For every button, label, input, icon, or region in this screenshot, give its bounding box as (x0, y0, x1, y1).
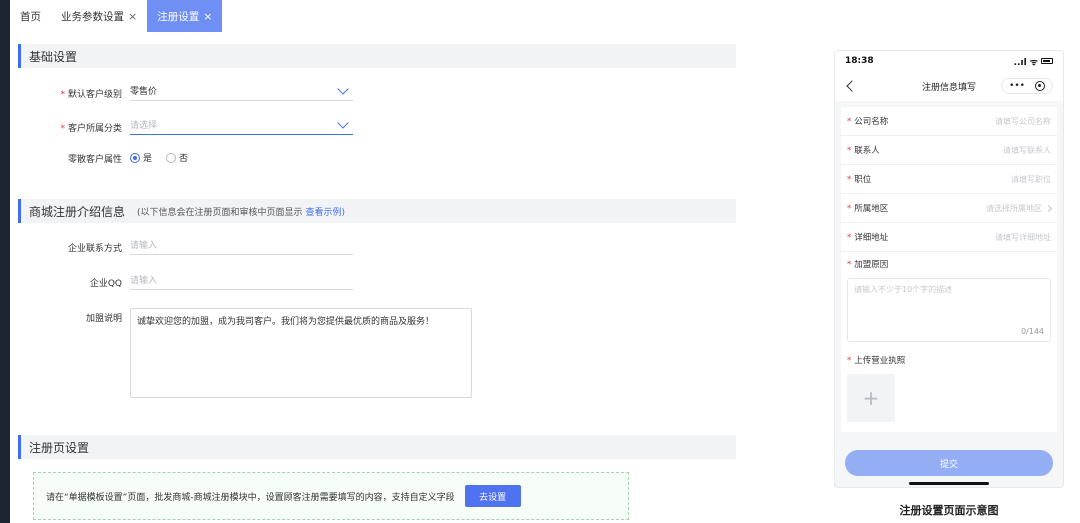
tab-business-params[interactable]: 业务参数设置 × (51, 0, 147, 32)
section-note: (以下信息会在注册页面和审核中页面显示 (137, 207, 303, 218)
field-label: 所属地区 (854, 204, 889, 214)
qq-label: 企业QQ (89, 279, 122, 289)
field-placeholder: 请填写联系人 (1003, 145, 1051, 155)
char-counter: 0/144 (1020, 327, 1044, 336)
category-label: * 客户所属分类 (40, 121, 122, 134)
section-basic-settings: 基础设置 (18, 44, 736, 68)
field-label: 职位 (854, 175, 872, 185)
contact-placeholder: 请输入 (130, 241, 158, 251)
phone-status-bar: 18:38 ..ıl ᯤ (835, 51, 1063, 71)
chevron-down-icon (337, 117, 349, 129)
radio-no-label[interactable]: 否 (179, 151, 188, 164)
required-mark: * (847, 146, 852, 156)
status-time: 18:38 (845, 56, 874, 66)
required-mark: * (847, 117, 852, 127)
chevron-down-icon (337, 83, 349, 95)
radio-yes[interactable] (130, 152, 140, 163)
notice-text: 请在“单据模板设置”页面，批发商城-商城注册模块中，设置顾客注册需要填写的内容，… (46, 492, 455, 503)
phone-field-region[interactable]: * 所属地区 请选择所属地区 (841, 194, 1057, 223)
signal-wifi-icon: ..ıl ᯤ (1013, 57, 1038, 68)
join-description-textarea[interactable]: 诚挚欢迎您的加盟，成为我司客户。我们将为您提供最优质的商品及服务！ (130, 308, 472, 398)
upload-plus-icon[interactable]: + (847, 374, 895, 422)
preview-caption: 注册设置页面示意图 (899, 504, 999, 517)
field-label: 加盟原因 (854, 260, 889, 270)
phone-field-position[interactable]: * 职位 请填写职位 (841, 165, 1057, 194)
default-level-value: 零售价 (130, 87, 158, 97)
qq-placeholder: 请输入 (130, 276, 158, 286)
required-mark: * (847, 260, 852, 270)
section-title: 注册页设置 (29, 440, 90, 455)
left-sidebar-strip (0, 0, 10, 523)
home-indicator (909, 482, 989, 485)
submit-button[interactable]: 提交 (845, 450, 1053, 476)
phone-field-company[interactable]: * 公司名称 请填写公司名称 (841, 107, 1057, 136)
field-label: 上传营业执照 (854, 356, 906, 366)
field-label: 公司名称 (854, 117, 889, 127)
register-notice: 请在“单据模板设置”页面，批发商城-商城注册模块中，设置顾客注册需要填写的内容，… (33, 472, 629, 520)
reason-placeholder: 请输入不少于10个字的描述 (854, 285, 953, 294)
tab-register-settings-label: 注册设置 (157, 10, 200, 23)
category-placeholder: 请选择 (130, 121, 158, 131)
section-title: 基础设置 (29, 49, 78, 64)
section-mall-intro: 商城注册介绍信息 (以下信息会在注册页面和审核中页面显示 查看示例) (18, 199, 736, 223)
required-mark: * (847, 233, 852, 243)
field-placeholder: 请选择所属地区 (986, 203, 1042, 213)
phone-field-license: * 上传营业执照 + (841, 348, 1057, 432)
go-settings-button[interactable]: 去设置 (464, 485, 521, 507)
phone-field-contact[interactable]: * 联系人 请填写联系人 (841, 136, 1057, 165)
back-icon[interactable] (846, 80, 858, 92)
default-level-select[interactable]: 零售价 (130, 81, 353, 101)
battery-icon (1041, 58, 1053, 64)
close-target-icon[interactable] (1035, 81, 1045, 91)
default-level-label: * 默认客户级别 (40, 87, 122, 100)
required-mark: * (847, 175, 852, 185)
join-description-label: 加盟说明 (85, 314, 122, 324)
miniapp-capsule[interactable]: ••• (1001, 78, 1053, 94)
field-label: 联系人 (854, 146, 880, 156)
close-icon[interactable]: × (203, 10, 212, 23)
category-label-text: 客户所属分类 (67, 124, 122, 134)
category-select[interactable]: 请选择 (130, 115, 353, 135)
reason-textarea[interactable]: 请输入不少于10个字的描述 0/144 (847, 278, 1051, 342)
retail-attribute-label: 零散客户属性 (67, 155, 122, 165)
status-icons: ..ıl ᯤ (1014, 55, 1053, 68)
tab-home-label: 首页 (20, 10, 41, 23)
required-mark: * (847, 204, 852, 214)
radio-yes-label[interactable]: 是 (143, 151, 152, 164)
phone-form-card: * 公司名称 请填写公司名称 * 联系人 请填写联系人 * 职位 请填写职位 * 所属地… (841, 107, 1057, 432)
phone-nav-bar: 注册信息填写 ••• (835, 71, 1063, 101)
radio-no[interactable] (166, 152, 177, 163)
required-mark: * (60, 90, 65, 100)
tab-business-params-label: 业务参数设置 (61, 10, 124, 23)
qq-input[interactable]: 请输入 (130, 270, 353, 290)
section-title: 商城注册介绍信息 (29, 204, 126, 219)
contact-label: 企业联系方式 (67, 244, 122, 254)
retail-attribute-radio-group: 是 否 (130, 151, 188, 164)
contact-input[interactable]: 请输入 (130, 235, 353, 255)
phone-field-reason: * 加盟原因 请输入不少于10个字的描述 0/144 (841, 252, 1057, 348)
view-example-link[interactable]: 查看示例) (306, 205, 346, 218)
field-placeholder: 请填写详细地址 (995, 232, 1051, 242)
phone-field-address[interactable]: * 详细地址 请填写详细地址 (841, 223, 1057, 252)
field-placeholder: 请填写公司名称 (995, 116, 1051, 126)
field-placeholder: 请填写职位 (1011, 174, 1051, 184)
more-icon[interactable]: ••• (1009, 81, 1025, 91)
section-register-page: 注册页设置 (18, 435, 736, 459)
field-label: 详细地址 (854, 233, 889, 243)
required-mark: * (60, 124, 65, 134)
default-level-label-text: 默认客户级别 (67, 90, 122, 100)
required-mark: * (847, 356, 852, 366)
tab-register-settings[interactable]: 注册设置 × (147, 0, 223, 32)
chevron-right-icon (1044, 204, 1053, 212)
phone-preview: 18:38 ..ıl ᯤ 注册信息填写 ••• * 公司名称 请填写公司名称 * 联… (834, 50, 1064, 488)
tab-bar: 首页 业务参数设置 × 注册设置 × (10, 0, 223, 32)
tab-home[interactable]: 首页 (10, 0, 51, 32)
close-icon[interactable]: × (128, 10, 137, 23)
